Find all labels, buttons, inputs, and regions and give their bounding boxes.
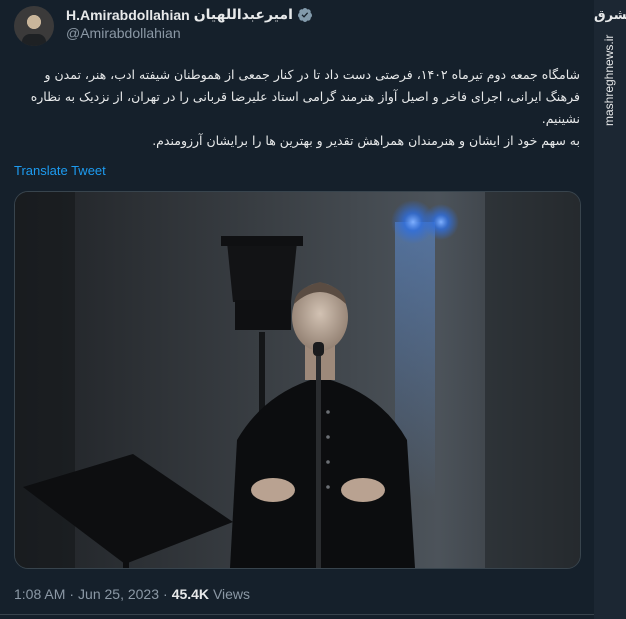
author-handle[interactable]: @Amirabdollahian (66, 25, 181, 41)
translate-tweet-link[interactable]: Translate Tweet (14, 163, 106, 178)
verified-badge-icon (297, 8, 312, 22)
tweet-text: شامگاه جمعه دوم تیرماه ۱۴۰۲، فرصتی دست د… (14, 64, 580, 152)
tweet-paragraph-1: شامگاه جمعه دوم تیرماه ۱۴۰۲، فرصتی دست د… (30, 67, 580, 126)
separator-dot: · (69, 586, 75, 602)
concert-photo-illustration (15, 192, 580, 568)
author-name-row[interactable]: H.Amirabdollahian امیرعبداللهیان (66, 5, 313, 25)
display-name-fa[interactable]: امیرعبداللهیان (194, 7, 293, 23)
mashregh-logo: مشرق (594, 8, 626, 23)
watermark-site: mashreghnews.ir (602, 34, 616, 126)
watermark-strip: مشرق mashreghnews.ir (594, 0, 626, 619)
tweet-paragraph-2: به سهم خود از ایشان و هنرمندان همراهش تق… (152, 133, 580, 148)
views-count[interactable]: 45.4K (172, 586, 209, 602)
tweet: H.Amirabdollahian امیرعبداللهیان @Amirab… (0, 0, 594, 619)
avatar[interactable] (14, 6, 54, 46)
tweet-timestamp[interactable]: 1:08 AM · Jun 25, 2023 · 45.4K Views (14, 586, 250, 602)
views-label: Views (212, 586, 251, 602)
divider (0, 614, 594, 615)
separator-dot: · (163, 586, 168, 602)
tweet-time[interactable]: 1:08 AM (14, 586, 65, 602)
display-name[interactable]: H.Amirabdollahian (66, 7, 190, 23)
tweet-date[interactable]: Jun 25, 2023 (78, 586, 159, 602)
tweet-photo[interactable] (14, 191, 581, 569)
